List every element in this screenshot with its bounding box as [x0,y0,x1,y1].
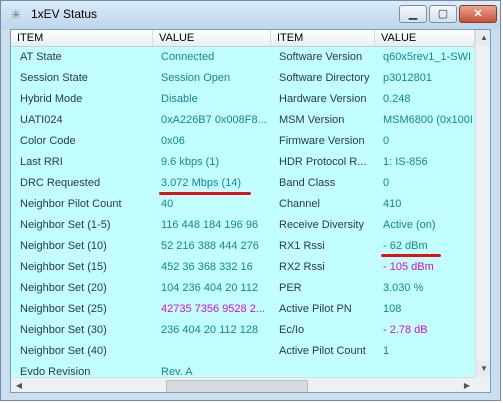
table-row[interactable]: Neighbor Set (40) Active Pilot Count 1 [11,341,475,362]
item-value [161,341,269,362]
item-value: 42735 7356 9528 2... [161,303,265,315]
item-label: Neighbor Set (25) [20,303,107,315]
table-row[interactable]: UATI024 0xA226B7 0x008F8... MSM Version MSM… [11,110,475,131]
table-row[interactable]: AT State Connected Software Version q60x5re… [11,47,475,68]
item-value: 1 [383,345,390,357]
item-label: Band Class [279,177,336,189]
item-value: 40 [161,198,174,210]
annotation-underline-drc [159,192,251,195]
item-value: 108 [383,303,402,315]
item-value: 0 [383,135,390,147]
table-row[interactable]: DRC Requested 3.072 Mbps (14) Band Class 0 [11,173,475,194]
vertical-scrollbar[interactable]: ▲ ▼ [475,30,490,377]
item-label: Neighbor Pilot Count [20,198,122,210]
item-value: q60x5rev1_1-SWI [383,51,472,63]
item-value: 0.248 [383,93,411,105]
item-value: Session Open [161,72,231,84]
list-header: ITEM VALUE ITEM VALUE [11,30,475,47]
item-value: Connected [161,51,215,63]
item-value: 410 [383,198,402,210]
item-label: Neighbor Set (20) [20,282,107,294]
scrollbar-corner [475,377,490,392]
scroll-right-icon[interactable]: ▶ [459,378,475,392]
column-header-item[interactable]: ITEM [11,30,153,46]
maximize-button[interactable]: ▢ [429,5,457,23]
table-row[interactable]: Neighbor Set (25) 42735 7356 9528 2... Act… [11,299,475,320]
item-value: 0x06 [161,135,185,147]
item-value: 452 36 368 332 16 [161,261,253,273]
column-header-value[interactable]: VALUE [153,30,271,46]
item-label: Neighbor Set (30) [20,324,107,336]
item-label: Session State [20,72,88,84]
item-value: 52 216 388 444 276 [161,240,259,252]
item-label: Active Pilot Count [279,345,366,357]
item-label: RX2 Rssi [279,261,325,273]
minimize-button[interactable]: ▁ [399,5,427,23]
item-label: Last RRI [20,156,63,168]
item-label: UATI024 [20,114,63,126]
column-header-item-2[interactable]: ITEM [271,30,375,46]
table-row[interactable]: Hybrid Mode Disable Hardware Version 0.248 [11,89,475,110]
item-label: HDR Protocol R... [279,156,367,168]
item-label: DRC Requested [20,177,101,189]
table-row[interactable]: Neighbor Set (30) 236 404 20 112 128 Ec/Io… [11,320,475,341]
item-label: Software Version [279,51,363,63]
close-button[interactable]: ✕ [459,5,497,23]
item-value: 236 404 20 112 128 [161,324,259,336]
item-label: Channel [279,198,320,210]
table-row[interactable]: Neighbor Set (20) 104 236 404 20 112 PER 3.… [11,278,475,299]
status-window: ✳ 1xEV Status ▁ ▢ ✕ ITEM VALUE ITEM VALU… [0,0,501,401]
item-value: 1: IS-856 [383,156,428,168]
item-label: Active Pilot PN [279,303,352,315]
item-value: Disable [161,93,198,105]
item-value: - 105 dBm [383,261,434,273]
status-list: ITEM VALUE ITEM VALUE AT State Connected S… [10,29,491,393]
table-row[interactable]: Color Code 0x06 Firmware Version 0 [11,131,475,152]
item-label: MSM Version [279,114,345,126]
table-row[interactable]: Last RRI 9.6 kbps (1) HDR Protocol R... 1: … [11,152,475,173]
horizontal-scrollbar[interactable]: ◀ ▶ [11,377,475,392]
column-header-value-2[interactable]: VALUE [375,30,475,46]
table-row[interactable]: Neighbor Set (15) 452 36 368 332 16 RX2 Rs… [11,257,475,278]
title-bar[interactable]: ✳ 1xEV Status ▁ ▢ ✕ [1,1,500,29]
item-value: 116 448 184 196 96 [161,219,259,231]
table-row[interactable]: Neighbor Set (1-5) 116 448 184 196 96 Rece… [11,215,475,236]
item-label: Hybrid Mode [20,93,83,105]
item-value: - 2.78 dB [383,324,428,336]
item-value: MSM6800 (0x100I [383,114,473,126]
item-label: Receive Diversity [279,219,364,231]
item-label: Neighbor Set (15) [20,261,107,273]
item-value: 0xA226B7 0x008F8... [161,114,267,126]
scroll-left-icon[interactable]: ◀ [11,378,27,392]
scroll-down-icon[interactable]: ▼ [476,361,490,377]
item-label: Hardware Version [279,93,367,105]
item-label: AT State [20,51,62,63]
item-label: Neighbor Set (1-5) [20,219,111,231]
item-value: p3012801 [383,72,432,84]
item-label: Neighbor Set (40) [20,345,107,357]
table-row[interactable]: Session State Session Open Software Direct… [11,68,475,89]
window-title: 1xEV Status [31,7,98,21]
item-value: 9.6 kbps (1) [161,156,220,168]
item-value: 0 [383,177,390,189]
annotation-underline-rx1 [381,254,441,257]
table-row[interactable]: Neighbor Pilot Count 40 Channel 410 [11,194,475,215]
scroll-up-icon[interactable]: ▲ [476,30,490,46]
item-label: PER [279,282,302,294]
item-value: Active (on) [383,219,436,231]
item-label: Software Directory [279,72,370,84]
item-label: RX1 Rssi [279,240,325,252]
item-value: 104 236 404 20 112 [161,282,259,294]
item-label: Firmware Version [279,135,365,147]
item-label: Color Code [20,135,76,147]
item-value: 3.072 Mbps (14) [161,177,242,189]
item-label: Ec/Io [279,324,305,336]
item-value: 3.030 % [383,282,424,294]
item-label: Neighbor Set (10) [20,240,107,252]
horizontal-scroll-thumb[interactable] [166,380,308,392]
app-icon: ✳ [10,7,22,22]
